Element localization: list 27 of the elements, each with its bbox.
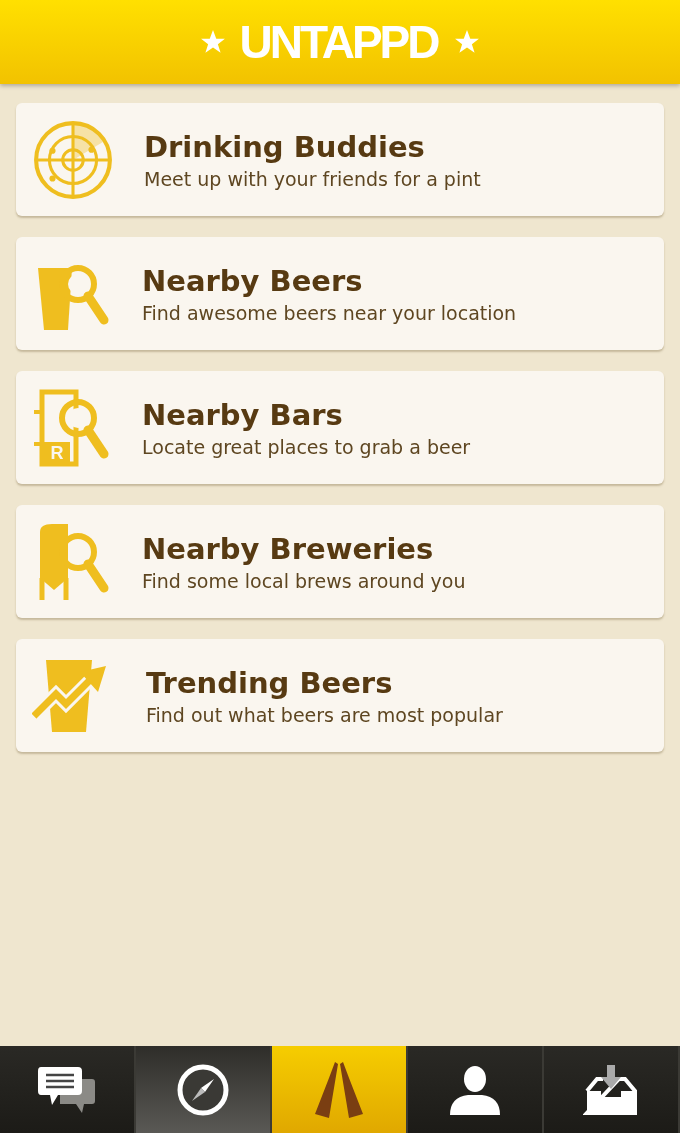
radar-icon <box>32 118 114 201</box>
menu-subtitle: Find out what beers are most popular <box>146 703 503 726</box>
menu-title: Trending Beers <box>146 665 394 700</box>
person-icon <box>448 1064 502 1115</box>
tab-button[interactable] <box>544 1046 680 1133</box>
tab-button[interactable] <box>0 1046 136 1133</box>
menu-subtitle: Locate great places to grab a beer <box>142 435 471 458</box>
menu-subtitle: Meet up with your friends for a pint <box>144 167 481 190</box>
menu-card[interactable]: Nearby Beers Find awesome beers near your location <box>16 237 664 350</box>
tab-button[interactable] <box>136 1046 272 1133</box>
menu-subtitle: Find awesome beers near your location <box>142 301 517 324</box>
menu-title: Nearby Beers <box>142 263 364 298</box>
menu-card[interactable]: R Nearby Bars Locate great places to grab a beer <box>16 371 664 484</box>
star-icon <box>454 29 481 55</box>
chat-bubbles-icon <box>38 1064 96 1115</box>
menu-card[interactable]: Trending Beers Find out what beers are most popular <box>16 639 664 752</box>
menu-card[interactable]: Drinking Buddies Meet up with your friends for a pint <box>16 103 664 216</box>
star-icon <box>199 29 226 55</box>
menu-subtitle: Find some local brews around you <box>142 569 466 592</box>
compass-icon <box>176 1062 230 1117</box>
app-logo-title: UNTAPPD <box>239 16 439 68</box>
menu-card[interactable]: Nearby Breweries Find some local brews around you <box>16 505 664 618</box>
tab-button[interactable] <box>408 1046 544 1133</box>
menu-title: Nearby Breweries <box>142 531 435 566</box>
menu-title: Nearby Bars <box>142 397 344 432</box>
inbox-download-icon <box>583 1064 639 1115</box>
menu-title: Drinking Buddies <box>144 129 426 164</box>
